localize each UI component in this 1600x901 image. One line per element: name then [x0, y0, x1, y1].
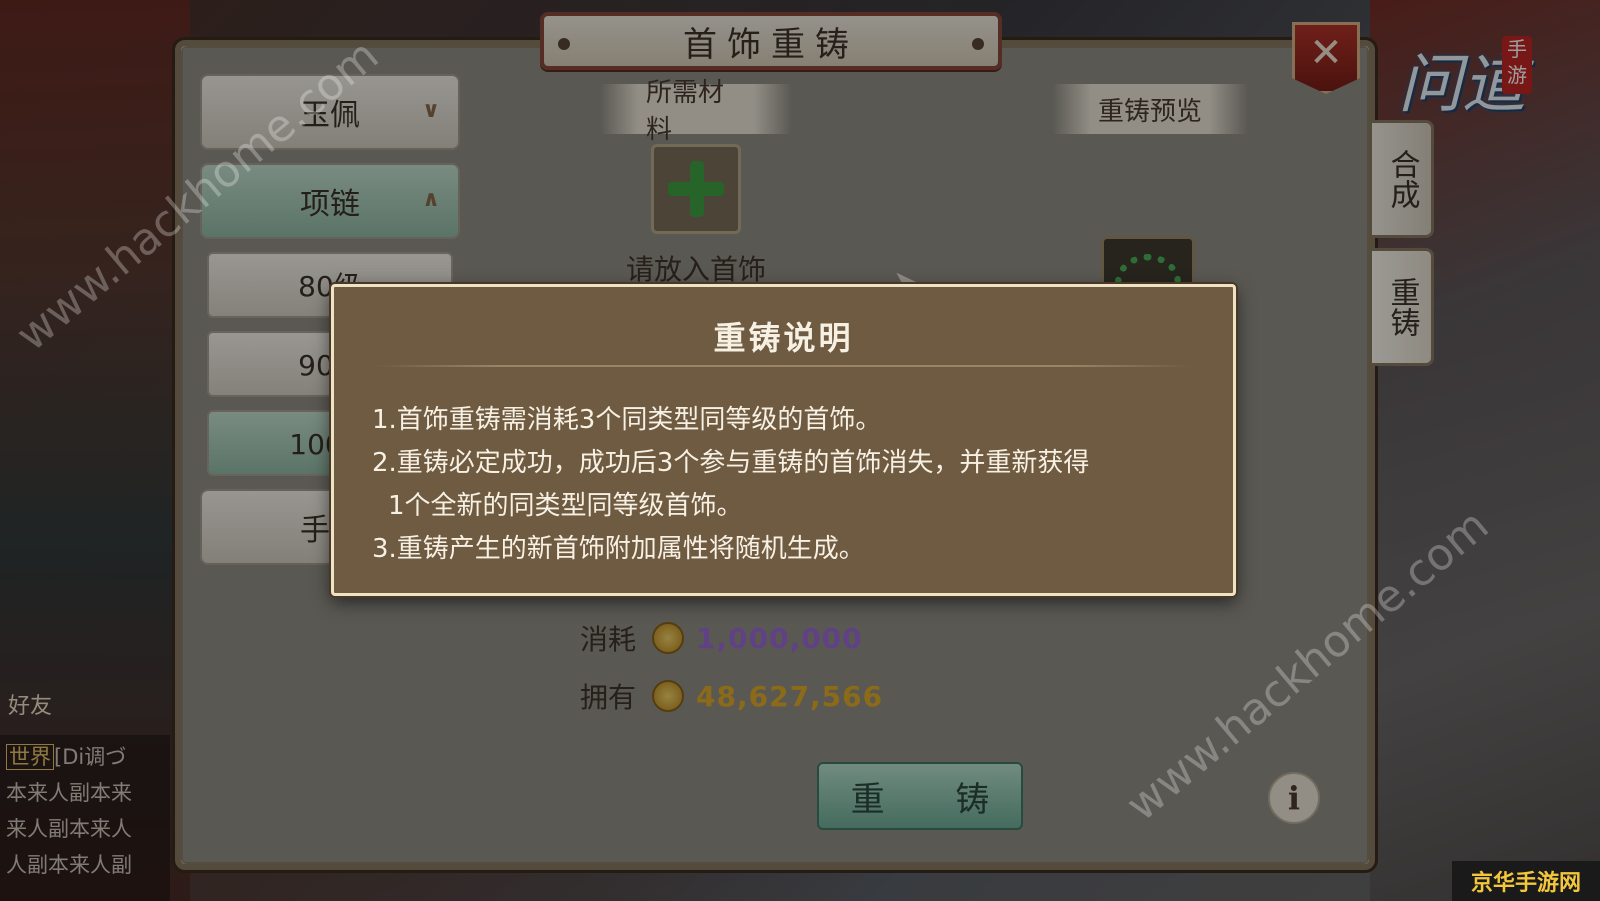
modal-body: 1.首饰重铸需消耗3个同类型同等级的首饰。 2.重铸必定成功，成功后3个参与重铸…	[372, 399, 1212, 571]
modal-divider	[374, 365, 1193, 367]
modal-title: 重铸说明	[713, 319, 854, 357]
recast-info-modal[interactable]: 重铸说明 1.首饰重铸需消耗3个同类型同等级的首饰。 2.重铸必定成功，成功后3…	[331, 284, 1236, 596]
modal-line-3: 1个全新的同类型同等级首饰。	[388, 491, 743, 521]
modal-line-2: 2.重铸必定成功，成功后3个参与重铸的首饰消失，并重新获得	[372, 448, 1090, 478]
modal-line-1: 1.首饰重铸需消耗3个同类型同等级的首饰。	[372, 405, 882, 435]
modal-line-4: 3.重铸产生的新首饰附加属性将随机生成。	[372, 534, 865, 564]
brand-badge: 京华手游网	[1452, 861, 1600, 901]
